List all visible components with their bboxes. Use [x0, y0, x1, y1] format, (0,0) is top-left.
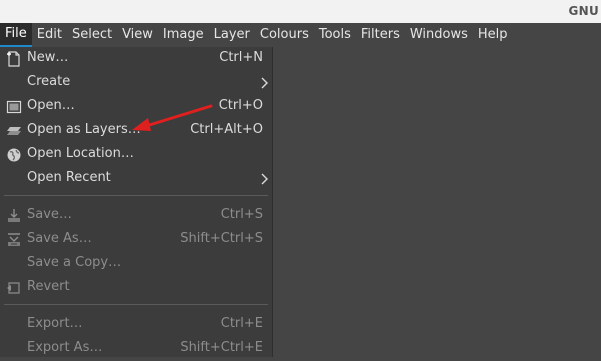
menu-item-create[interactable]: Create: [0, 71, 272, 95]
menu-windows[interactable]: Windows: [405, 23, 473, 47]
menu-item-shortcut: Ctrl+Alt+O: [190, 122, 263, 137]
menu-item-label: Save a Copy…: [27, 255, 122, 270]
menu-help[interactable]: Help: [473, 23, 513, 47]
menu-item-label: Create: [27, 74, 71, 89]
image-canvas-area: [272, 47, 601, 349]
revert-icon: [6, 280, 22, 296]
menu-separator: [4, 195, 268, 196]
menu-item-label: Open…: [27, 98, 75, 113]
menu-item-label: Export…: [27, 316, 83, 331]
menu-item-save[interactable]: Save… Ctrl+S: [0, 204, 272, 228]
menu-item-open-as-layers[interactable]: Open as Layers… Ctrl+Alt+O: [0, 119, 272, 143]
menu-layer[interactable]: Layer: [209, 23, 255, 47]
menu-item-label: New…: [27, 50, 69, 65]
file-menu-dropdown: New… Ctrl+N Create Open… Ctrl+O Open as …: [0, 47, 273, 357]
new-document-icon: [6, 51, 22, 67]
menu-item-new[interactable]: New… Ctrl+N: [0, 47, 272, 71]
title-bar: GNU: [0, 0, 601, 23]
menu-item-revert[interactable]: Revert: [0, 276, 272, 300]
menu-item-open-location[interactable]: Open Location…: [0, 143, 272, 167]
menu-item-shortcut: Shift+Ctrl+S: [180, 231, 263, 246]
menu-item-export-as[interactable]: Export As… Shift+Ctrl+E: [0, 337, 272, 361]
chevron-right-icon: [259, 75, 269, 91]
menu-item-shortcut: Ctrl+N: [219, 50, 263, 65]
menu-item-label: Save…: [27, 207, 72, 222]
menu-item-label: Save As…: [27, 231, 92, 246]
menu-item-shortcut: Shift+Ctrl+E: [180, 340, 263, 355]
menu-item-label: Open as Layers…: [27, 122, 141, 137]
save-as-icon: [6, 232, 22, 248]
menu-item-open[interactable]: Open… Ctrl+O: [0, 95, 272, 119]
menu-select[interactable]: Select: [67, 23, 117, 47]
menu-filters[interactable]: Filters: [356, 23, 405, 47]
menu-item-label: Export As…: [27, 340, 103, 355]
menu-colours[interactable]: Colours: [255, 23, 314, 47]
menu-item-label: Open Recent: [27, 170, 111, 185]
menu-image[interactable]: Image: [158, 23, 209, 47]
menu-item-label: Open Location…: [27, 146, 134, 161]
menu-edit[interactable]: Edit: [32, 23, 67, 47]
menu-item-save-a-copy[interactable]: Save a Copy…: [0, 252, 272, 276]
menu-item-open-recent[interactable]: Open Recent: [0, 167, 272, 191]
menu-view[interactable]: View: [117, 23, 158, 47]
menu-item-label: Revert: [27, 279, 70, 294]
menu-separator: [4, 304, 268, 305]
menu-tools[interactable]: Tools: [314, 23, 356, 47]
globe-icon: [6, 147, 22, 163]
open-image-icon: [6, 99, 22, 115]
chevron-right-icon: [259, 171, 269, 187]
window-title: GNU: [568, 4, 599, 18]
save-icon: [6, 208, 22, 224]
menu-file[interactable]: File: [0, 23, 32, 47]
menu-item-shortcut: Ctrl+E: [220, 316, 263, 331]
menu-item-save-as[interactable]: Save As… Shift+Ctrl+S: [0, 228, 272, 252]
menu-item-shortcut: Ctrl+O: [218, 98, 263, 113]
menu-item-shortcut: Ctrl+S: [220, 207, 263, 222]
menu-bar: File Edit Select View Image Layer Colour…: [0, 23, 601, 47]
menu-item-export[interactable]: Export… Ctrl+E: [0, 313, 272, 337]
layers-icon: [6, 123, 22, 139]
